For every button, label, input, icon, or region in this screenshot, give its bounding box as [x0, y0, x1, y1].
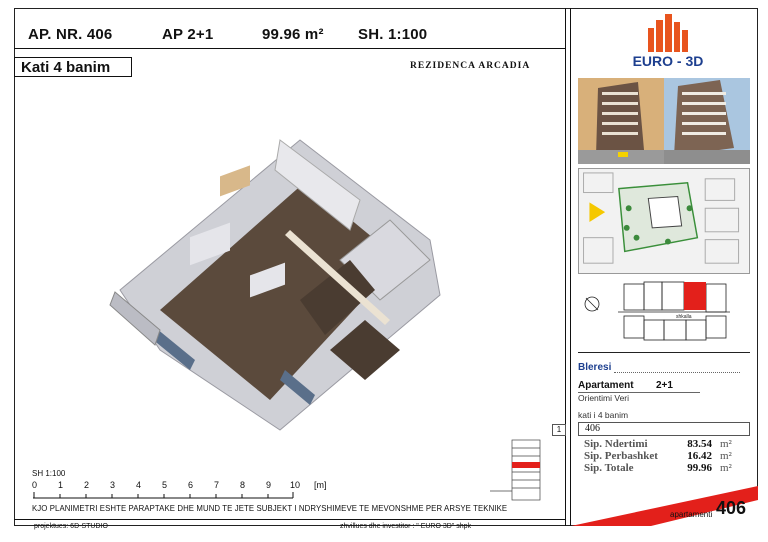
designer-credit: projektues: 6D-STUDIO — [34, 523, 108, 530]
tick-label: 1 — [58, 480, 64, 490]
header-rule — [14, 48, 565, 49]
level-marker: 1 — [552, 424, 566, 436]
tick-label: 4 — [136, 480, 142, 490]
floor-text: kati i 4 banim — [578, 410, 629, 420]
building-render-2 — [664, 78, 750, 164]
euro3d-logo: EURO - 3D — [633, 14, 704, 69]
tick-label: 9 — [266, 480, 272, 490]
apartment-type-value: 2+1 — [656, 380, 673, 391]
building-section-diagram — [490, 439, 541, 501]
buyer-line — [614, 372, 740, 373]
areas-table: Sip. Ndertimi 83.54 m² Sip. Perbashket 16.4… — [580, 438, 736, 474]
tick-label: 0 — [32, 480, 38, 490]
disclaimer: KJO PLANIMETRI ESHTE PARAPTAKE DHE MUND … — [32, 504, 508, 513]
scale-bar — [33, 492, 294, 499]
scale-unit: [m] — [314, 480, 327, 490]
badge-label: apartamenti — [670, 510, 713, 519]
divider — [565, 8, 566, 526]
developer-credit: zhvillues dhe investitor : " EURO 3D" sh… — [340, 523, 472, 530]
tick-label: 8 — [240, 480, 246, 490]
tick-label: 5 — [162, 480, 168, 490]
scale-label: SH 1:100 — [32, 469, 66, 478]
info-rule — [578, 352, 750, 353]
key-plan: shkalla — [584, 281, 730, 341]
table-row: Sip. Perbashket 16.42 m² — [584, 450, 732, 462]
tick-label: 10 — [290, 480, 301, 490]
apartment-area: 99.96 m² — [262, 26, 324, 43]
table-row: Sip. Totale 99.96 m² — [584, 462, 732, 474]
tick-label: 3 — [110, 480, 116, 490]
floor-label: Kati 4 banim — [14, 57, 132, 77]
table-row: Sip. Ndertimi 83.54 m² — [584, 438, 732, 450]
footer-rule — [14, 519, 565, 520]
buyer-label: Bleresi — [578, 362, 612, 373]
drawing-scale: SH. 1:100 — [358, 26, 428, 43]
site-plan — [578, 168, 750, 274]
logo-text: EURO - 3D — [633, 53, 704, 69]
tick-label: 2 — [84, 480, 90, 490]
apartment-number-box: 406 — [578, 422, 750, 436]
apartment-number: AP. NR. 406 — [28, 26, 113, 43]
orientation: Orientimi Veri — [578, 393, 630, 403]
badge-number: 406 — [716, 498, 747, 518]
apartment-type: AP 2+1 — [162, 26, 214, 43]
tick-label: 6 — [188, 480, 194, 490]
project-name: REZIDENCA ARCADIA — [410, 61, 531, 71]
stair-label: shkalla — [676, 314, 692, 320]
divider — [570, 8, 571, 526]
building-render-1 — [578, 78, 664, 164]
scale-ticks: 0 1 2 3 4 5 6 7 8 9 10 [m] — [32, 480, 332, 492]
floor-plan-illustration — [109, 139, 441, 431]
tick-label: 7 — [214, 480, 220, 490]
apartment-label: Apartament — [578, 380, 634, 391]
